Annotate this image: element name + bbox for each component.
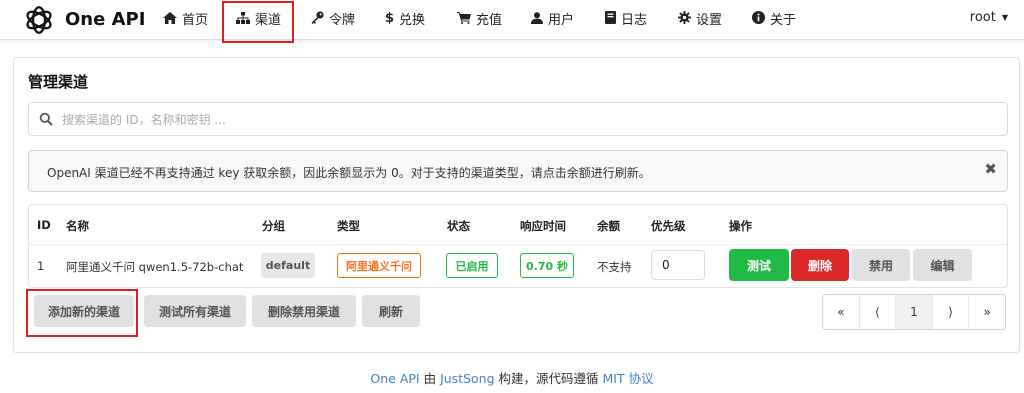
channel-management-card: 管理渠道 OpenAI 渠道已经不再支持通过 key 获取余额，因此余额显示为 …	[13, 57, 1020, 353]
col-header-type[interactable]: 类型	[337, 218, 360, 234]
col-header-priority[interactable]: 优先级	[651, 218, 686, 234]
edit-button[interactable]: 编辑	[913, 249, 972, 281]
nav-tokens[interactable]: 令牌	[311, 9, 355, 28]
close-icon[interactable]: ✖	[984, 160, 997, 178]
nav-about-label: 关于	[770, 13, 797, 28]
openai-logo-icon[interactable]	[22, 3, 56, 37]
col-header-status[interactable]: 状态	[447, 218, 470, 234]
col-header-id[interactable]: ID	[37, 218, 51, 232]
nav-redeem[interactable]: $ 兑换	[385, 9, 425, 28]
caret-down-icon: ▼	[1001, 13, 1008, 22]
delete-disabled-button[interactable]: 删除禁用渠道	[252, 295, 356, 327]
add-channel-button[interactable]: 添加新的渠道	[34, 295, 134, 327]
nav-home[interactable]: 首页	[163, 9, 208, 28]
footer: One API 由 JustSong 构建，源代码遵循 MIT 协议	[0, 368, 1024, 387]
nav-redeem-label: 兑换	[399, 13, 426, 28]
table-header-row: ID 名称 分组 类型 状态 响应时间 余额 优先级 操作	[29, 205, 1007, 245]
status-badge: 已启用	[446, 253, 498, 278]
col-header-name[interactable]: 名称	[66, 218, 89, 234]
dollar-icon: $	[385, 11, 395, 26]
home-icon	[163, 11, 177, 26]
nav-logs[interactable]: 日志	[605, 9, 647, 28]
nav-users[interactable]: 用户	[531, 9, 574, 28]
nav-tokens-label: 令牌	[329, 13, 356, 28]
footer-text-2: 构建，源代码遵循	[494, 371, 603, 386]
delete-button[interactable]: 删除	[791, 249, 849, 281]
test-all-button[interactable]: 测试所有渠道	[144, 295, 246, 327]
refresh-button[interactable]: 刷新	[362, 295, 420, 327]
user-menu[interactable]: root ▼	[970, 10, 1008, 25]
cell-balance[interactable]: 不支持	[597, 259, 632, 275]
type-label: 阿里通义千问	[337, 253, 421, 278]
page-1-button[interactable]: 1	[896, 295, 933, 329]
col-header-actions: 操作	[729, 219, 752, 233]
pagination: « ⟨ 1 ⟩ »	[822, 294, 1006, 330]
brand-name[interactable]: One API	[65, 9, 145, 30]
test-button[interactable]: 测试	[729, 249, 789, 281]
nav-logs-label: 日志	[621, 13, 648, 28]
info-icon	[752, 11, 765, 26]
col-header-response-time[interactable]: 响应时间	[520, 218, 566, 234]
response-time-badge[interactable]: 0.70 秒	[520, 253, 574, 278]
book-icon	[605, 11, 616, 26]
cart-icon	[457, 11, 471, 26]
sitemap-icon	[236, 11, 250, 26]
nav-channels-label: 渠道	[255, 13, 282, 28]
next-page-button[interactable]: ⟩	[933, 295, 970, 329]
footer-text-1: 由	[419, 371, 441, 386]
nav-home-label: 首页	[182, 13, 209, 28]
notice-message: OpenAI 渠道已经不再支持通过 key 获取余额，因此余额显示为 0。对于支…	[47, 166, 651, 180]
page-title: 管理渠道	[28, 73, 89, 91]
col-header-group[interactable]: 分组	[262, 218, 285, 234]
footer-license-link[interactable]: MIT 协议	[602, 371, 653, 386]
nav-channels[interactable]: 渠道	[236, 9, 281, 28]
channel-table: ID 名称 分组 类型 状态 响应时间 余额 优先级 操作 1 阿里通义千问 q…	[28, 204, 1008, 288]
nav-settings-label: 设置	[696, 13, 723, 28]
prev-page-button[interactable]: ⟨	[860, 295, 897, 329]
search-input[interactable]	[62, 110, 962, 130]
search-icon	[39, 112, 53, 126]
key-icon	[311, 11, 324, 26]
footer-oneapi-link[interactable]: One API	[370, 371, 419, 386]
balance-notice: OpenAI 渠道已经不再支持通过 key 获取余额，因此余额显示为 0。对于支…	[28, 150, 1008, 192]
nav-topup-label: 充值	[476, 13, 503, 28]
gear-icon	[678, 11, 691, 26]
first-page-button[interactable]: «	[823, 295, 860, 329]
user-name: root	[969, 10, 996, 25]
group-label: default	[261, 253, 315, 278]
priority-input[interactable]	[651, 250, 705, 280]
user-icon	[531, 11, 543, 26]
top-navbar: One API 首页 渠道 令牌 $ 兑换 充值 用户 日志 设置 关于 roo…	[0, 0, 1024, 40]
nav-topup[interactable]: 充值	[457, 9, 502, 28]
cell-name: 阿里通义千问 qwen1.5-72b-chat	[66, 260, 244, 274]
nav-about[interactable]: 关于	[752, 9, 796, 28]
disable-button[interactable]: 禁用	[852, 249, 910, 281]
nav-settings[interactable]: 设置	[678, 9, 722, 28]
nav-users-label: 用户	[548, 13, 575, 28]
footer-author-link[interactable]: JustSong	[440, 371, 494, 386]
search-box[interactable]	[28, 102, 1008, 136]
cell-id: 1	[37, 259, 45, 273]
last-page-button[interactable]: »	[969, 295, 1005, 329]
col-header-balance[interactable]: 余额	[597, 218, 620, 234]
